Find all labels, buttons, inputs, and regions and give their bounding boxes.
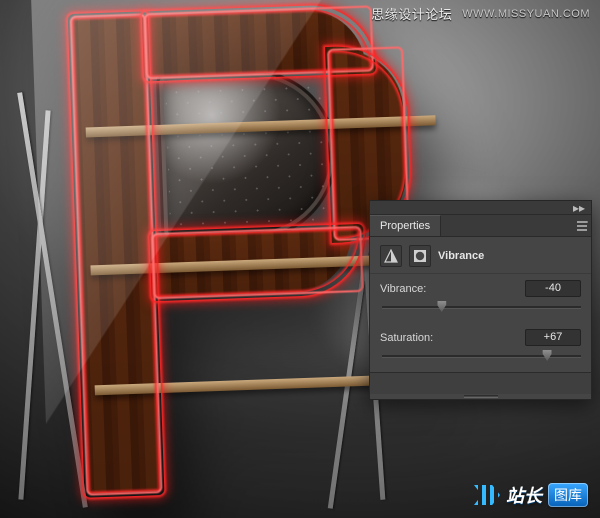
watermark-bottom-cn: 站长: [506, 482, 542, 508]
panel-collapse-bar[interactable]: ▸▸: [370, 201, 591, 215]
saturation-label: Saturation:: [380, 332, 517, 344]
mask-icon-button[interactable]: [409, 245, 431, 267]
vibrance-label: Vibrance:: [380, 283, 517, 295]
collapse-icon: ▸▸: [573, 203, 585, 213]
flyout-menu-icon: [576, 220, 588, 232]
watermark-top-url: WWW.MISSYUAN.COM: [462, 8, 590, 20]
saturation-value-input[interactable]: +67: [525, 329, 581, 346]
watermark-top: 思缘设计论坛 WWW.MISSYUAN.COM: [371, 4, 590, 23]
watermark-bottom-badge: 图库: [548, 483, 588, 507]
watermark-top-text: 思缘设计论坛: [371, 4, 452, 23]
panel-flyout-menu[interactable]: [573, 215, 591, 236]
vibrance-triangle-icon: [384, 249, 398, 263]
adjustment-type-name: Vibrance: [438, 250, 484, 262]
slider-thumb[interactable]: [437, 301, 446, 312]
watermark-bottom: 站长 图库: [474, 482, 588, 508]
artwork-letter-p: [72, 6, 418, 493]
letter-stem: [72, 15, 161, 493]
watermark-chevron-icon: [474, 485, 500, 505]
properties-panel: ▸▸ Properties Vibrance V: [369, 200, 592, 400]
tabbar-spacer: [441, 215, 573, 236]
slider-track: [382, 306, 581, 308]
mask-icon: [413, 249, 427, 263]
saturation-slider[interactable]: [382, 350, 581, 362]
adjustment-icon-button[interactable]: [380, 245, 402, 267]
vibrance-value-input[interactable]: -40: [525, 280, 581, 297]
scaffold-pole: [18, 110, 50, 499]
slider-track: [382, 355, 581, 357]
tab-properties-label: Properties: [380, 220, 430, 232]
panel-footer: [370, 372, 591, 394]
slider-thumb[interactable]: [543, 350, 552, 361]
panel-resize-handle[interactable]: [370, 394, 591, 399]
adjustment-type-row: Vibrance: [370, 237, 591, 274]
saturation-row: Saturation: +67: [370, 323, 591, 348]
letter-bowl-metal: [156, 67, 340, 243]
panel-tabbar: Properties: [370, 215, 591, 237]
vibrance-slider[interactable]: [382, 301, 581, 313]
resize-grip-icon: [464, 395, 498, 398]
tab-properties[interactable]: Properties: [370, 215, 441, 236]
vibrance-row: Vibrance: -40: [370, 274, 591, 299]
